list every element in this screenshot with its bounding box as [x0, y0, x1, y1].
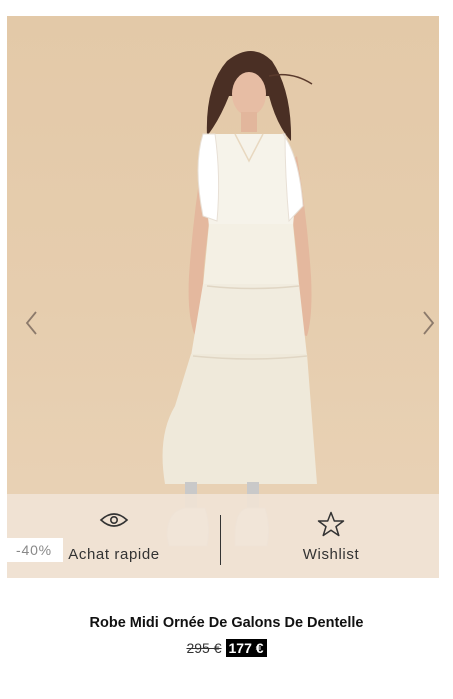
- sale-price: 177 €: [225, 639, 267, 657]
- eye-icon: [99, 513, 129, 527]
- carousel-prev-button[interactable]: [21, 308, 43, 338]
- product-card: Achat rapide Wishlist -40% Robe Midi Orn…: [0, 0, 453, 699]
- action-divider: [220, 515, 221, 565]
- product-action-bar: Achat rapide Wishlist: [7, 494, 439, 578]
- carousel-next-button[interactable]: [417, 308, 439, 338]
- chevron-left-icon: [25, 311, 37, 335]
- wishlist-button[interactable]: Wishlist: [231, 494, 431, 578]
- product-name[interactable]: Robe Midi Ornée De Galons De Dentelle: [0, 615, 453, 631]
- discount-badge: -40%: [5, 538, 63, 562]
- wishlist-label: Wishlist: [302, 546, 360, 563]
- star-icon: [317, 511, 345, 537]
- product-image[interactable]: Achat rapide Wishlist: [7, 16, 439, 578]
- chevron-right-icon: [423, 311, 435, 335]
- quick-view-button[interactable]: Achat rapide: [14, 494, 214, 578]
- original-price: 295 €: [186, 640, 222, 656]
- price-block: 295 €177 €: [0, 639, 453, 657]
